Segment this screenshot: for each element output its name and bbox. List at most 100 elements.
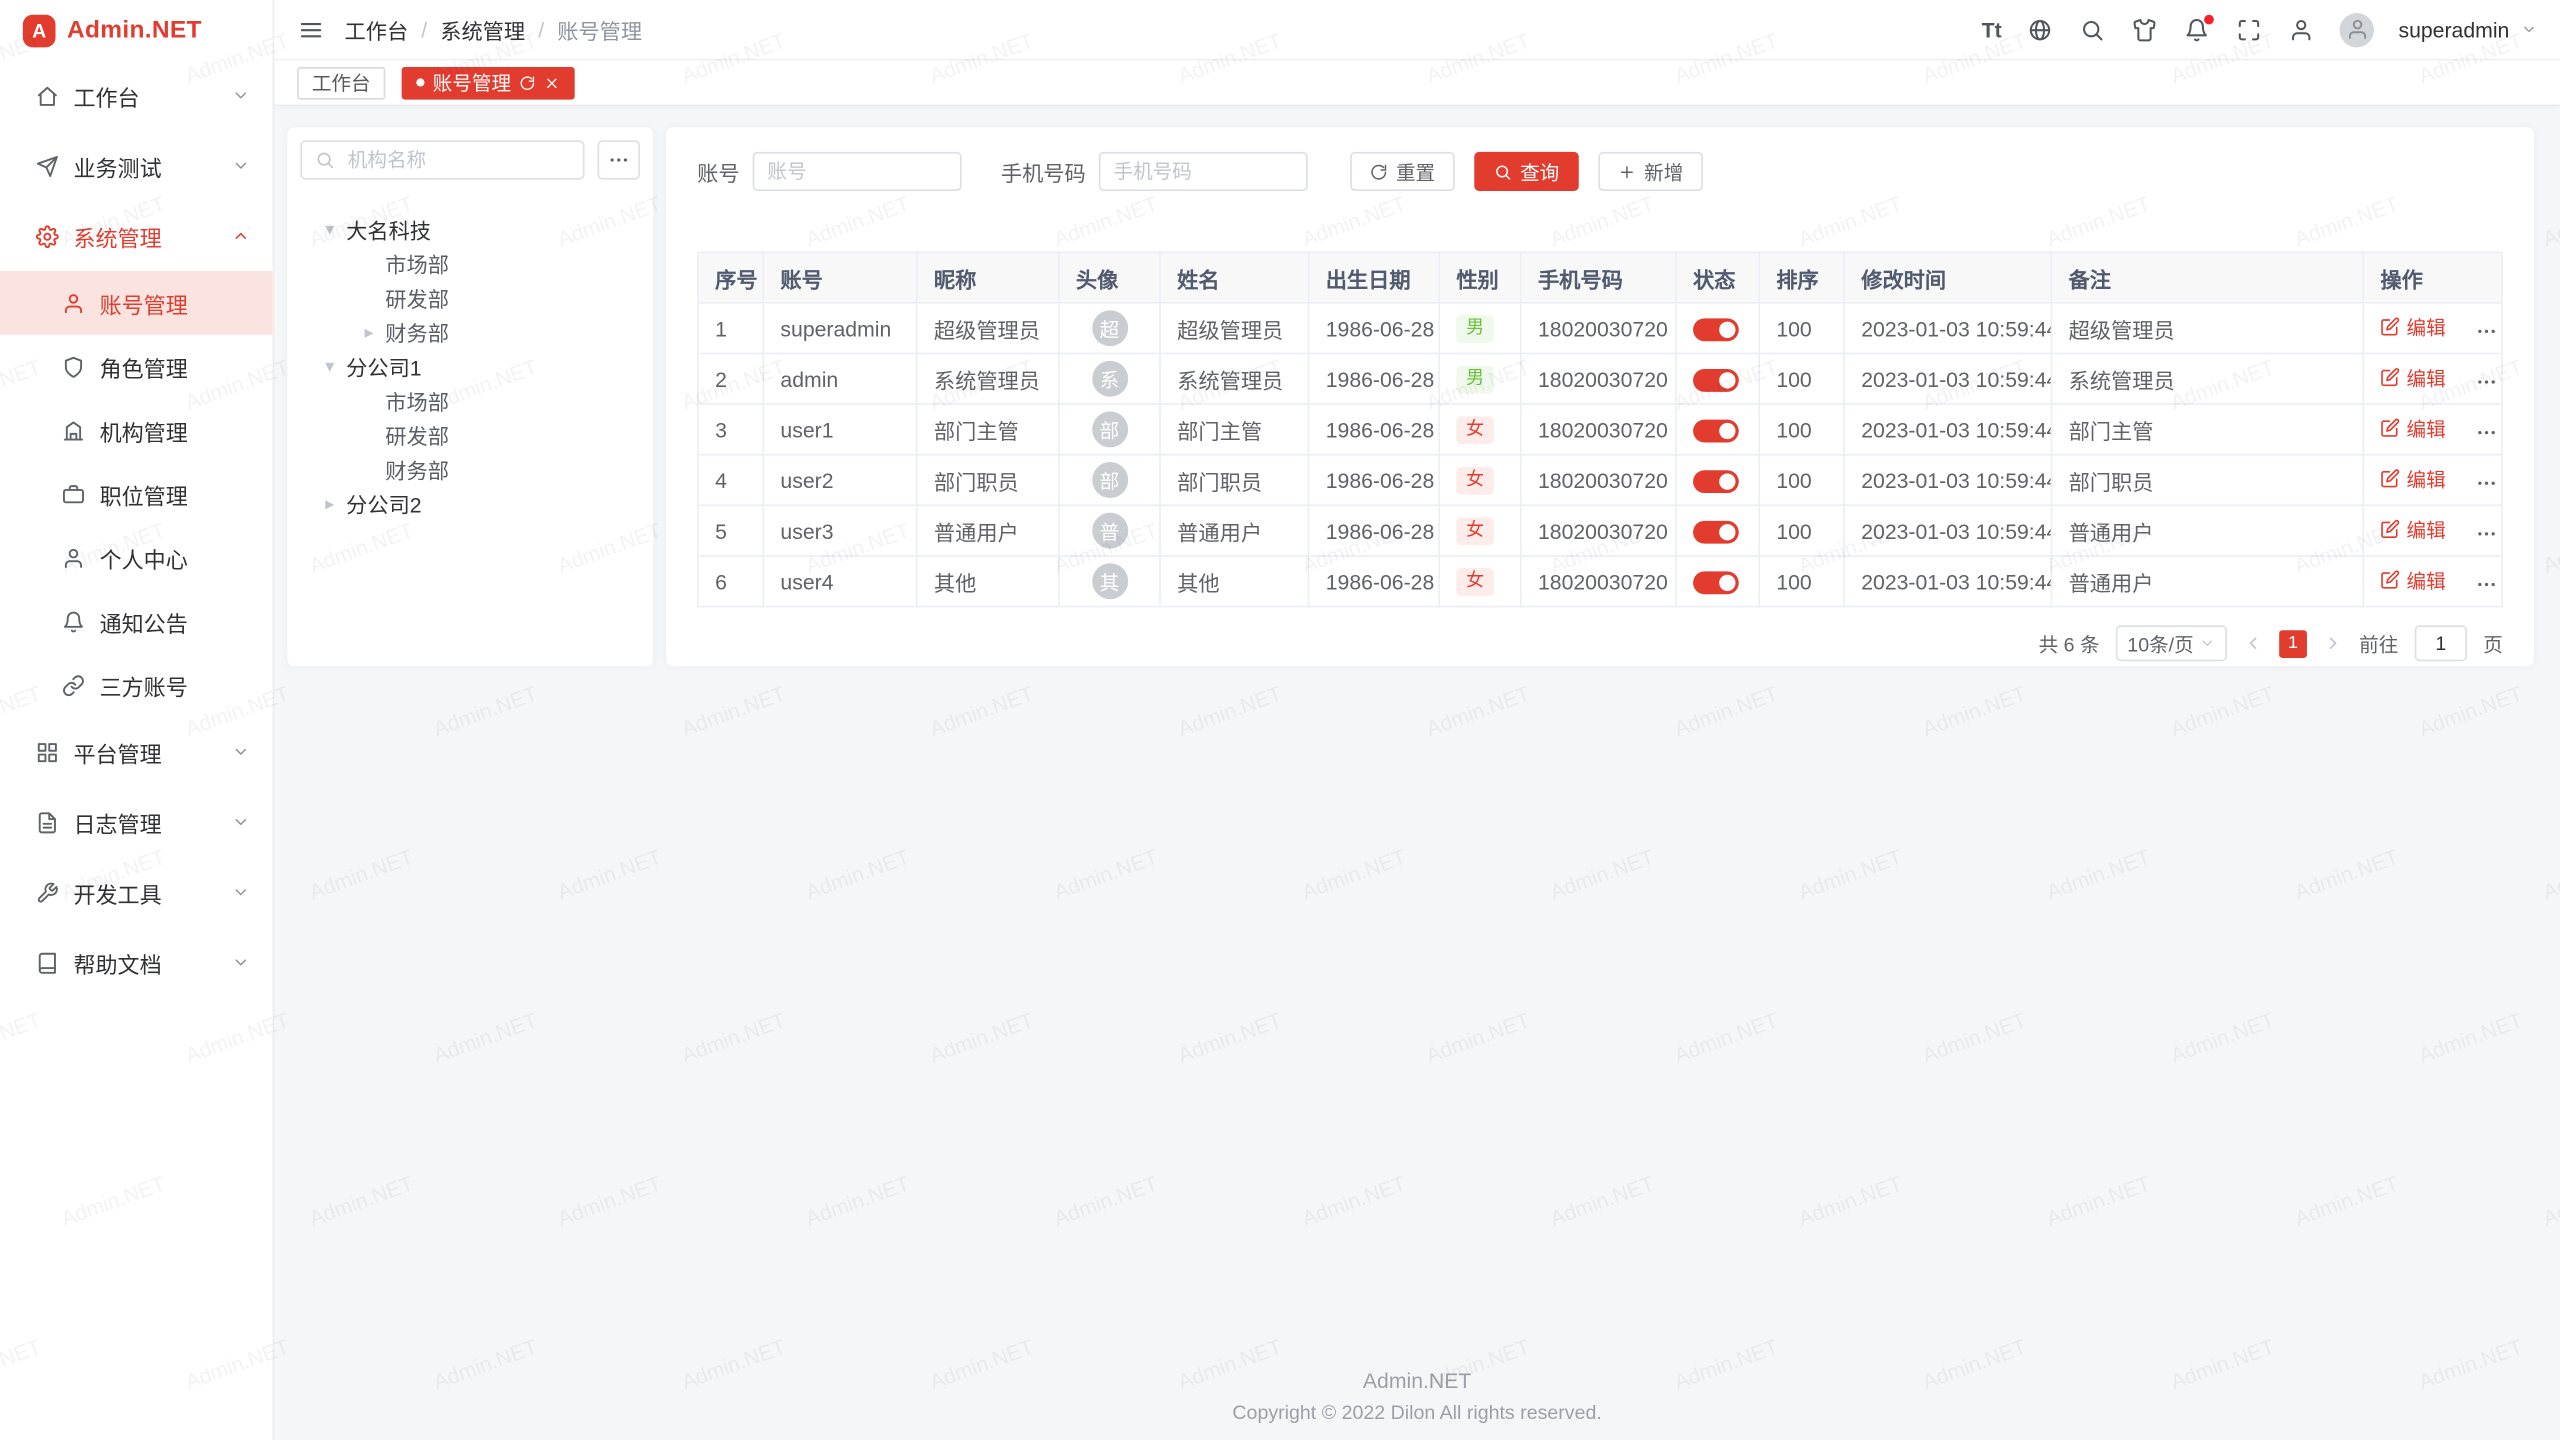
sidebar-subitem[interactable]: 通知公告 — [0, 589, 273, 653]
status-toggle[interactable] — [1693, 470, 1739, 493]
sidebar-item[interactable]: 系统管理 — [0, 201, 273, 271]
sidebar-item-label: 平台管理 — [73, 736, 217, 769]
username[interactable]: superadmin — [2398, 17, 2509, 41]
cell-modified: 2023-01-03 10:59:44 — [1844, 455, 2051, 506]
theme-icon[interactable] — [2131, 16, 2159, 44]
row-more-button[interactable] — [2475, 522, 2498, 545]
edit-button[interactable]: 编辑 — [2380, 465, 2445, 493]
tree-more-button[interactable] — [598, 140, 640, 179]
brand[interactable]: A Admin.NET — [0, 0, 273, 60]
cell-actions: 编辑 — [2363, 303, 2502, 354]
caret-down-icon[interactable]: ▾ — [320, 356, 340, 377]
cell-nickname: 系统管理员 — [917, 353, 1059, 404]
prev-page-button[interactable] — [2243, 633, 2263, 653]
page-number-button[interactable]: 1 — [2279, 629, 2307, 657]
page-size-select[interactable]: 10条/页 — [2116, 625, 2227, 661]
tree-node[interactable]: ▾ 大名科技 — [300, 212, 640, 246]
row-more-button[interactable] — [2475, 371, 2498, 394]
status-toggle[interactable] — [1693, 318, 1739, 341]
footer-title: Admin.NET — [274, 1368, 2560, 1392]
caret-down-icon[interactable]: ▾ — [320, 219, 340, 240]
refresh-tab-icon[interactable] — [519, 74, 535, 90]
tree-node[interactable]: ▸ 财务部 — [300, 315, 640, 349]
tree-node[interactable]: ▸ 分公司2 — [300, 487, 640, 521]
edit-button[interactable]: 编辑 — [2380, 364, 2445, 392]
row-more-button[interactable] — [2475, 573, 2498, 596]
tree-node[interactable]: 研发部 — [300, 281, 640, 315]
tree-node[interactable]: 财务部 — [300, 452, 640, 486]
breadcrumb-item[interactable]: 账号管理 — [557, 14, 642, 45]
edit-button[interactable]: 编辑 — [2380, 516, 2445, 544]
cell-actions: 编辑 — [2363, 353, 2502, 404]
caret-right-icon[interactable]: ▸ — [320, 493, 340, 514]
user-icon[interactable] — [2287, 16, 2315, 44]
row-more-button[interactable] — [2475, 472, 2498, 495]
status-toggle[interactable] — [1693, 419, 1739, 442]
goto-page-input[interactable] — [2415, 625, 2467, 661]
tree-node[interactable]: 研发部 — [300, 418, 640, 452]
search-button[interactable]: 查询 — [1474, 152, 1579, 191]
breadcrumb-item[interactable]: 系统管理 — [440, 14, 525, 45]
query-form: 账号 手机号码 重置 查询 — [697, 145, 2503, 197]
edit-button[interactable]: 编辑 — [2380, 566, 2445, 594]
status-toggle[interactable] — [1693, 520, 1739, 543]
cell-remark: 普通用户 — [2051, 505, 2363, 556]
cell-account: user3 — [763, 505, 916, 556]
search-icon[interactable] — [2078, 16, 2106, 44]
sidebar-subitem[interactable]: 三方账号 — [0, 653, 273, 717]
collapse-menu-icon[interactable] — [297, 16, 325, 44]
status-toggle[interactable] — [1693, 369, 1739, 392]
close-tab-icon[interactable] — [544, 74, 560, 90]
tree-node-label: 市场部 — [385, 385, 449, 416]
sidebar-subitem[interactable]: 机构管理 — [0, 398, 273, 462]
chevron-down-icon[interactable] — [2521, 21, 2537, 37]
search-icon — [1494, 162, 1512, 180]
edit-button[interactable]: 编辑 — [2380, 415, 2445, 443]
globe-icon[interactable] — [2026, 16, 2054, 44]
cell-order: 100 — [1759, 303, 1844, 354]
sidebar-item[interactable]: 业务测试 — [0, 131, 273, 201]
font-size-icon[interactable]: Tt — [1982, 19, 2002, 40]
account-input[interactable] — [753, 152, 962, 191]
sidebar-subitem[interactable]: 个人中心 — [0, 526, 273, 590]
row-more-button[interactable] — [2475, 320, 2498, 343]
sidebar-item[interactable]: 帮助文档 — [0, 927, 273, 997]
fullscreen-icon[interactable] — [2235, 16, 2263, 44]
cell-account: admin — [763, 353, 916, 404]
cell-gender: 男 — [1439, 353, 1521, 404]
edit-button[interactable]: 编辑 — [2380, 313, 2445, 341]
sidebar-subitem[interactable]: 角色管理 — [0, 335, 273, 399]
org-search-input[interactable] — [344, 147, 569, 173]
sidebar-item[interactable]: 平台管理 — [0, 717, 273, 787]
tree-node[interactable]: ▾ 分公司1 — [300, 349, 640, 383]
add-button[interactable]: 新增 — [1598, 152, 1703, 191]
cell-remark: 部门职员 — [2051, 455, 2363, 506]
cell-remark: 普通用户 — [2051, 556, 2363, 607]
tree-node[interactable]: 市场部 — [300, 247, 640, 281]
sidebar-menu: 工作台 业务测试 系统管理 账号管理 角色管理 机构管理 — [0, 60, 273, 997]
org-search-field[interactable] — [300, 140, 584, 179]
sidebar-subitem[interactable]: 职位管理 — [0, 462, 273, 526]
caret-right-icon[interactable]: ▸ — [359, 322, 379, 343]
page-size-value: 10条/页 — [2127, 629, 2193, 657]
notifications-icon[interactable] — [2183, 16, 2211, 44]
status-toggle[interactable] — [1693, 571, 1739, 594]
row-more-button[interactable] — [2475, 421, 2498, 444]
sidebar-item[interactable]: 开发工具 — [0, 857, 273, 927]
sidebar-subitem[interactable]: 账号管理 — [0, 271, 273, 335]
cell-avatar: 超 — [1059, 303, 1160, 354]
breadcrumb-item[interactable]: 工作台 — [344, 14, 408, 45]
tree-node[interactable]: 市场部 — [300, 384, 640, 418]
avatar[interactable] — [2340, 12, 2374, 46]
sidebar-item[interactable]: 工作台 — [0, 60, 273, 130]
bank-icon — [62, 419, 85, 442]
reset-button[interactable]: 重置 — [1350, 152, 1455, 191]
tab[interactable]: 工作台 — [297, 66, 385, 99]
search-button-label: 查询 — [1520, 158, 1559, 186]
tabs-bar: 工作台 账号管理 — [274, 60, 2560, 106]
sidebar-item[interactable]: 日志管理 — [0, 787, 273, 857]
phone-input[interactable] — [1099, 152, 1308, 191]
cell-gender: 男 — [1439, 303, 1521, 354]
next-page-button[interactable] — [2323, 633, 2343, 653]
tab-active[interactable]: 账号管理 — [402, 66, 575, 99]
